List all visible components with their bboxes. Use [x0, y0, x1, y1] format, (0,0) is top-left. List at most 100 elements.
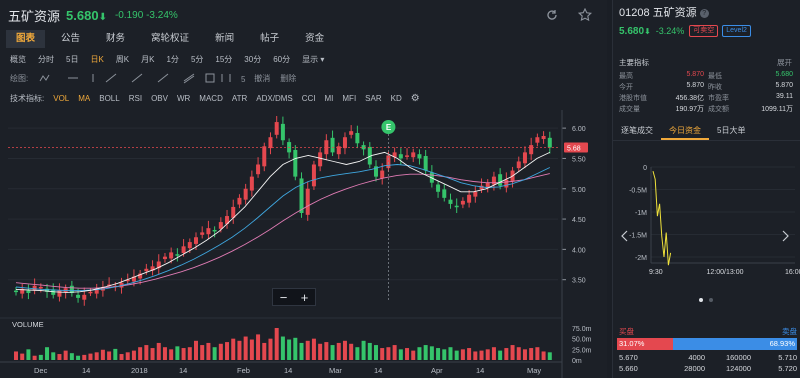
candle-body [187, 242, 192, 249]
expand-link[interactable]: 展开 [777, 57, 792, 68]
period-8[interactable]: 15分 [215, 54, 232, 65]
period-11[interactable]: 显示 ▾ [302, 54, 324, 65]
indicator-obv[interactable]: OBV [151, 94, 168, 103]
volume-bar [94, 352, 99, 360]
tab-3[interactable]: 窝轮权证 [141, 30, 199, 48]
orderbook-cell: 5.720 [778, 364, 797, 373]
volume-bar [361, 340, 366, 360]
volume-bar [305, 340, 310, 360]
volume-bar [82, 354, 87, 360]
settings-gear-icon[interactable]: ⚙ [411, 93, 420, 104]
chart-svg[interactable]: 6.00 5.50 5.00 4.50 4.00 3.50 5.68 E VOLUME 75.0m… [0, 110, 607, 378]
indicator-sar[interactable]: SAR [365, 94, 381, 103]
indicator-vol[interactable]: VOL [53, 94, 69, 103]
candle-body [206, 228, 211, 235]
metric-key: 港股市值 [619, 94, 647, 102]
draw-label: 绘图: [10, 73, 29, 83]
metric-value: 190.97万 [675, 105, 704, 113]
tab-1[interactable]: 公告 [51, 30, 90, 48]
volume-bar [293, 337, 298, 360]
indicator-cci[interactable]: CCI [302, 94, 316, 103]
candle-body [14, 290, 18, 293]
volume-bar [169, 349, 174, 360]
level2-badge[interactable]: Level2 [722, 25, 751, 37]
page-dot[interactable] [709, 298, 713, 302]
indicator-ma[interactable]: MA [78, 94, 90, 103]
indicator-adx-dms[interactable]: ADX/DMS [256, 94, 292, 103]
candlestick-chart[interactable]: 6.00 5.50 5.00 4.50 4.00 3.50 5.68 E VOLUME 75.0m… [0, 110, 607, 378]
page-dot[interactable] [699, 298, 703, 302]
volume-bar [380, 348, 385, 360]
volume-bar [349, 343, 354, 360]
volume-bar [32, 355, 37, 360]
period-6[interactable]: 1分 [166, 54, 178, 65]
period-10[interactable]: 60分 [273, 54, 290, 65]
tab-5[interactable]: 帖子 [250, 30, 289, 48]
rect-tool-icon [205, 73, 215, 83]
ray-tool-icon [131, 73, 143, 83]
volume-bar [423, 345, 428, 360]
volume-bar [45, 347, 50, 360]
period-1[interactable]: 分时 [38, 54, 54, 65]
indicators-label: 技术指标: [10, 93, 45, 103]
volume-tick-label: 25.0m [572, 347, 592, 354]
volume-bar [473, 351, 478, 360]
indicator-atr[interactable]: ATR [232, 94, 247, 103]
sell-label: 卖盘 [782, 327, 797, 336]
period-9[interactable]: 30分 [244, 54, 261, 65]
volume-bar [460, 349, 465, 360]
x-tick-label: 14 [179, 366, 187, 375]
indicator-mi[interactable]: MI [325, 94, 334, 103]
indicator-macd[interactable]: MACD [199, 94, 223, 103]
tab-0[interactable]: 图表 [6, 30, 46, 48]
candle-body [169, 252, 174, 259]
flow-x-label: 9:30 [649, 269, 663, 276]
candle-body [454, 205, 459, 208]
refresh-icon[interactable] [546, 9, 558, 21]
period-0[interactable]: 概览 [10, 54, 26, 65]
tab-6[interactable]: 资金 [295, 30, 334, 48]
x-tick-label: May [527, 366, 541, 375]
metric-key: 昨收 [708, 83, 722, 91]
indicator-kd[interactable]: KD [391, 94, 402, 103]
volume-bar [144, 345, 149, 360]
indicator-boll[interactable]: BOLL [99, 94, 119, 103]
delete-button[interactable]: 删除 [280, 73, 296, 84]
volume-bar [218, 343, 223, 360]
sidebar-tab-0[interactable]: 逐笔成交 [613, 123, 661, 140]
indicator-rsi[interactable]: RSI [129, 94, 142, 103]
volume-bar [26, 349, 31, 360]
indicator-wr[interactable]: WR [177, 94, 190, 103]
orderbook-cell: 124000 [725, 364, 751, 373]
metric-row: 今开 5.870 昨收 5.870 [619, 81, 797, 92]
period-7[interactable]: 5分 [191, 54, 203, 65]
period-2[interactable]: 5日 [66, 54, 78, 65]
tab-2[interactable]: 财务 [96, 30, 135, 48]
period-bar: 概览 分时 5日 日K 周K 月K 1分 5分 15分 30分 60分 显示 ▾ [0, 52, 336, 66]
tab-4[interactable]: 新闻 [205, 30, 244, 48]
orderbook-rows: 5.670 4000 160000 5.710 5.660 28000 124000 5.72… [619, 353, 797, 375]
help-icon[interactable]: ? [699, 9, 709, 18]
indicator-mfi[interactable]: MFI [342, 94, 356, 103]
price-tick-label: 3.50 [572, 278, 586, 285]
volume-label: VOLUME [12, 320, 44, 329]
candle-body [249, 176, 254, 191]
volume-bar [448, 347, 453, 360]
candle-body [194, 237, 198, 244]
metric-row: 成交量 190.97万 成交额 1099.11万 [619, 103, 797, 114]
sidebar-tab-1[interactable]: 今日资金 [661, 123, 709, 140]
candle-body [293, 149, 298, 177]
sell-ratio: 68.93% [672, 338, 797, 350]
volume-bar [268, 338, 273, 360]
star-icon[interactable] [578, 8, 592, 22]
orderbook-row: 5.670 4000 160000 5.710 [619, 353, 797, 364]
sidebar-tab-2[interactable]: 5日大单 [709, 123, 753, 140]
period-3[interactable]: 日K [90, 54, 103, 65]
period-5[interactable]: 月K [141, 54, 154, 65]
period-4[interactable]: 周K [116, 54, 129, 65]
zoom-in-button[interactable]: + [301, 290, 309, 305]
quote-sidebar: 01208 五矿资源? 5.680⬇ -3.24% 可卖空 Level2 主要指… [612, 0, 800, 378]
undo-button[interactable]: 撤消 [254, 73, 270, 84]
zoom-out-button[interactable]: − [280, 290, 288, 305]
volume-bar [498, 350, 503, 360]
